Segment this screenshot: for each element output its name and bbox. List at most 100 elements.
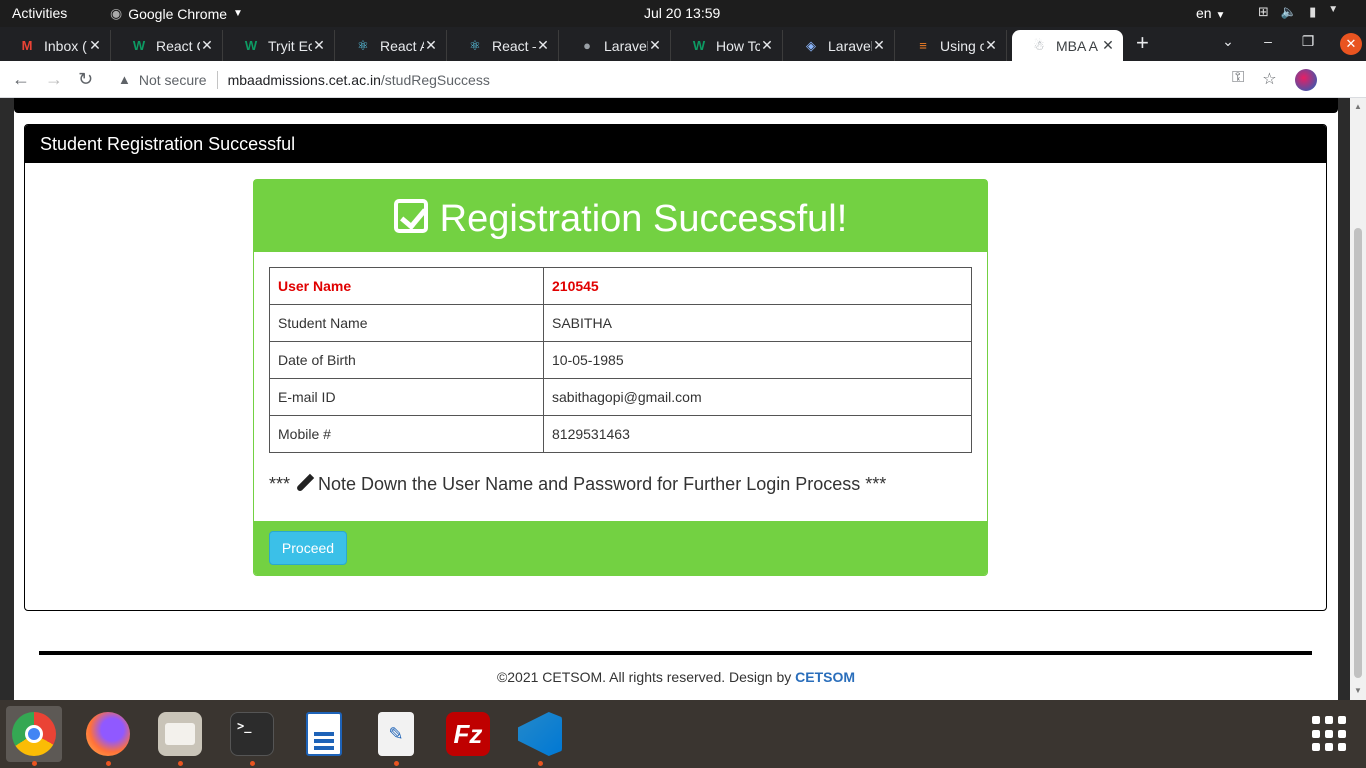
vscode-icon [518, 712, 562, 756]
tab-title: How Tc [716, 37, 760, 54]
copyright: ©2021 CETSOM. All rights reserved. Desig… [14, 669, 1338, 685]
tab-search-icon[interactable]: ⌄ [1208, 33, 1248, 55]
chrome-small-icon: ◉ [110, 5, 123, 21]
close-icon[interactable]: ✕ [648, 37, 662, 54]
success-header: Registration Successful! [254, 180, 987, 252]
tab-inbox[interactable]: M Inbox ( ✕ [0, 30, 111, 61]
tab-title: Tryit Ec [268, 37, 312, 54]
tab-title: Inbox ( [44, 37, 87, 54]
tab-using[interactable]: ≡ Using c ✕ [896, 30, 1007, 61]
close-icon[interactable]: ✕ [760, 37, 774, 54]
close-icon[interactable]: ✕ [536, 37, 550, 54]
page-scrollbar[interactable]: ▲ ▼ [1350, 98, 1366, 700]
tab-react-1[interactable]: W React C ✕ [112, 30, 223, 61]
star-icon[interactable]: ☆ [1262, 69, 1276, 91]
tab-title: Laravel [604, 37, 648, 54]
new-tab-button[interactable]: + [1136, 30, 1149, 56]
tab-tryit[interactable]: W Tryit Ec ✕ [224, 30, 335, 61]
tab-title: MBA A [1056, 37, 1099, 54]
language-indicator[interactable]: en ▼ [1196, 5, 1225, 21]
close-icon[interactable]: ✕ [424, 37, 438, 54]
close-icon[interactable]: ✕ [1101, 37, 1115, 54]
chevron-down-icon: ▼ [1215, 10, 1226, 21]
tab-react-2[interactable]: ⚛ React A ✕ [336, 30, 447, 61]
registration-details-table: User Name 210545 Student Name SABITHA Da… [269, 267, 972, 453]
close-icon[interactable]: ✕ [872, 37, 886, 54]
table-row: Date of Birth 10-05-1985 [269, 341, 972, 379]
system-tray[interactable]: ⊞ 🔈 ▮ ▼ [1258, 4, 1338, 20]
volume-icon: 🔈 [1280, 4, 1298, 19]
close-icon[interactable]: ✕ [984, 37, 998, 54]
note-prefix: *** [269, 474, 291, 494]
files-icon [158, 712, 202, 756]
tab-title: React C [156, 37, 200, 54]
login-note: *** Note Down the User Name and Password … [269, 473, 886, 495]
dock-text-editor[interactable]: ✎ [368, 706, 424, 766]
activities-button[interactable]: Activities [12, 5, 67, 21]
row-label: Student Name [269, 304, 544, 342]
table-row: E-mail ID sabithagopi@gmail.com [269, 378, 972, 416]
back-icon[interactable]: ← [12, 69, 30, 90]
reload-icon[interactable]: ↻ [78, 69, 93, 90]
scrollbar-thumb[interactable] [1354, 228, 1362, 678]
tab-title: Using c [940, 37, 984, 54]
dock-terminal[interactable]: >_ [224, 706, 280, 766]
dock-vscode[interactable] [512, 706, 568, 766]
proceed-button[interactable]: Proceed [269, 531, 347, 565]
tab-mba-admissions[interactable]: ☃ MBA A ✕ [1012, 30, 1123, 61]
tab-how-to[interactable]: W How Tc ✕ [672, 30, 783, 61]
tab-strip: M Inbox ( ✕ W React C ✕ W Tryit Ec ✕ ⚛ R… [0, 27, 1366, 61]
tab-title: React A [380, 37, 424, 54]
chevron-down-icon: ▼ [1328, 4, 1339, 15]
toolbar-right: ⚿ ☆ [1232, 69, 1317, 91]
dock-files[interactable] [152, 706, 208, 766]
key-icon[interactable]: ⚿ [1232, 69, 1244, 91]
web-page: Student Registration Successful Registra… [14, 98, 1338, 700]
close-icon[interactable]: ✕ [200, 37, 214, 54]
checkbox-checked-icon [393, 199, 428, 233]
terminal-icon: >_ [230, 712, 274, 756]
show-applications-icon[interactable] [1312, 716, 1348, 752]
scroll-up-icon[interactable]: ▲ [1354, 102, 1362, 111]
react-icon: ⚛ [469, 37, 481, 53]
close-icon[interactable]: ✕ [312, 37, 326, 54]
tab-laravel-2[interactable]: ◈ Laravel ✕ [784, 30, 895, 61]
document-viewer-icon [306, 712, 342, 756]
dock-chrome[interactable] [6, 706, 62, 766]
copyright-text: ©2021 CETSOM. All rights reserved. Desig… [496, 669, 792, 685]
dock-document-viewer[interactable] [296, 706, 352, 762]
tab-react-3[interactable]: ⚛ React – ✕ [448, 30, 559, 61]
scroll-down-icon[interactable]: ▼ [1354, 686, 1362, 695]
running-indicator [106, 761, 111, 766]
table-row: User Name 210545 [269, 267, 972, 305]
row-label: E-mail ID [269, 378, 544, 416]
warning-icon[interactable]: ▲ [118, 72, 131, 87]
table-row: Mobile # 8129531463 [269, 415, 972, 453]
row-value: SABITHA [543, 304, 972, 342]
row-value: 8129531463 [543, 415, 972, 453]
security-label[interactable]: Not secure [139, 72, 207, 88]
app-menu-label: Google Chrome [128, 5, 228, 22]
note-text: Note Down the User Name and Password for… [318, 474, 887, 494]
maximize-icon[interactable]: ❐ [1288, 33, 1328, 55]
forward-icon[interactable]: → [45, 69, 63, 90]
dock-firefox[interactable] [80, 706, 136, 766]
app-menu[interactable]: ◉ Google Chrome ▼ [110, 5, 243, 22]
avatar[interactable] [1294, 69, 1317, 91]
clock[interactable]: Jul 20 13:59 [644, 5, 720, 21]
chevron-down-icon: ▼ [233, 8, 243, 19]
w3schools-icon: W [692, 38, 706, 53]
row-label: User Name [269, 267, 544, 305]
url-path: /studRegSuccess [380, 71, 490, 88]
divider [216, 70, 218, 89]
tab-title: React – [492, 37, 536, 54]
success-footer: Proceed [254, 521, 987, 575]
address-bar[interactable]: ▲ Not secure mbaadmissions.cet.ac.in/stu… [108, 65, 1288, 94]
tab-laravel-1[interactable]: ● Laravel ✕ [560, 30, 671, 61]
dock-filezilla[interactable]: Fz [440, 706, 496, 762]
window-close-icon[interactable]: ✕ [1340, 33, 1362, 55]
minimize-icon[interactable]: – [1248, 33, 1288, 55]
system-top-bar: Activities ◉ Google Chrome ▼ Jul 20 13:5… [0, 0, 1366, 27]
brand-link[interactable]: CETSOM [795, 669, 855, 685]
close-icon[interactable]: ✕ [88, 37, 102, 54]
